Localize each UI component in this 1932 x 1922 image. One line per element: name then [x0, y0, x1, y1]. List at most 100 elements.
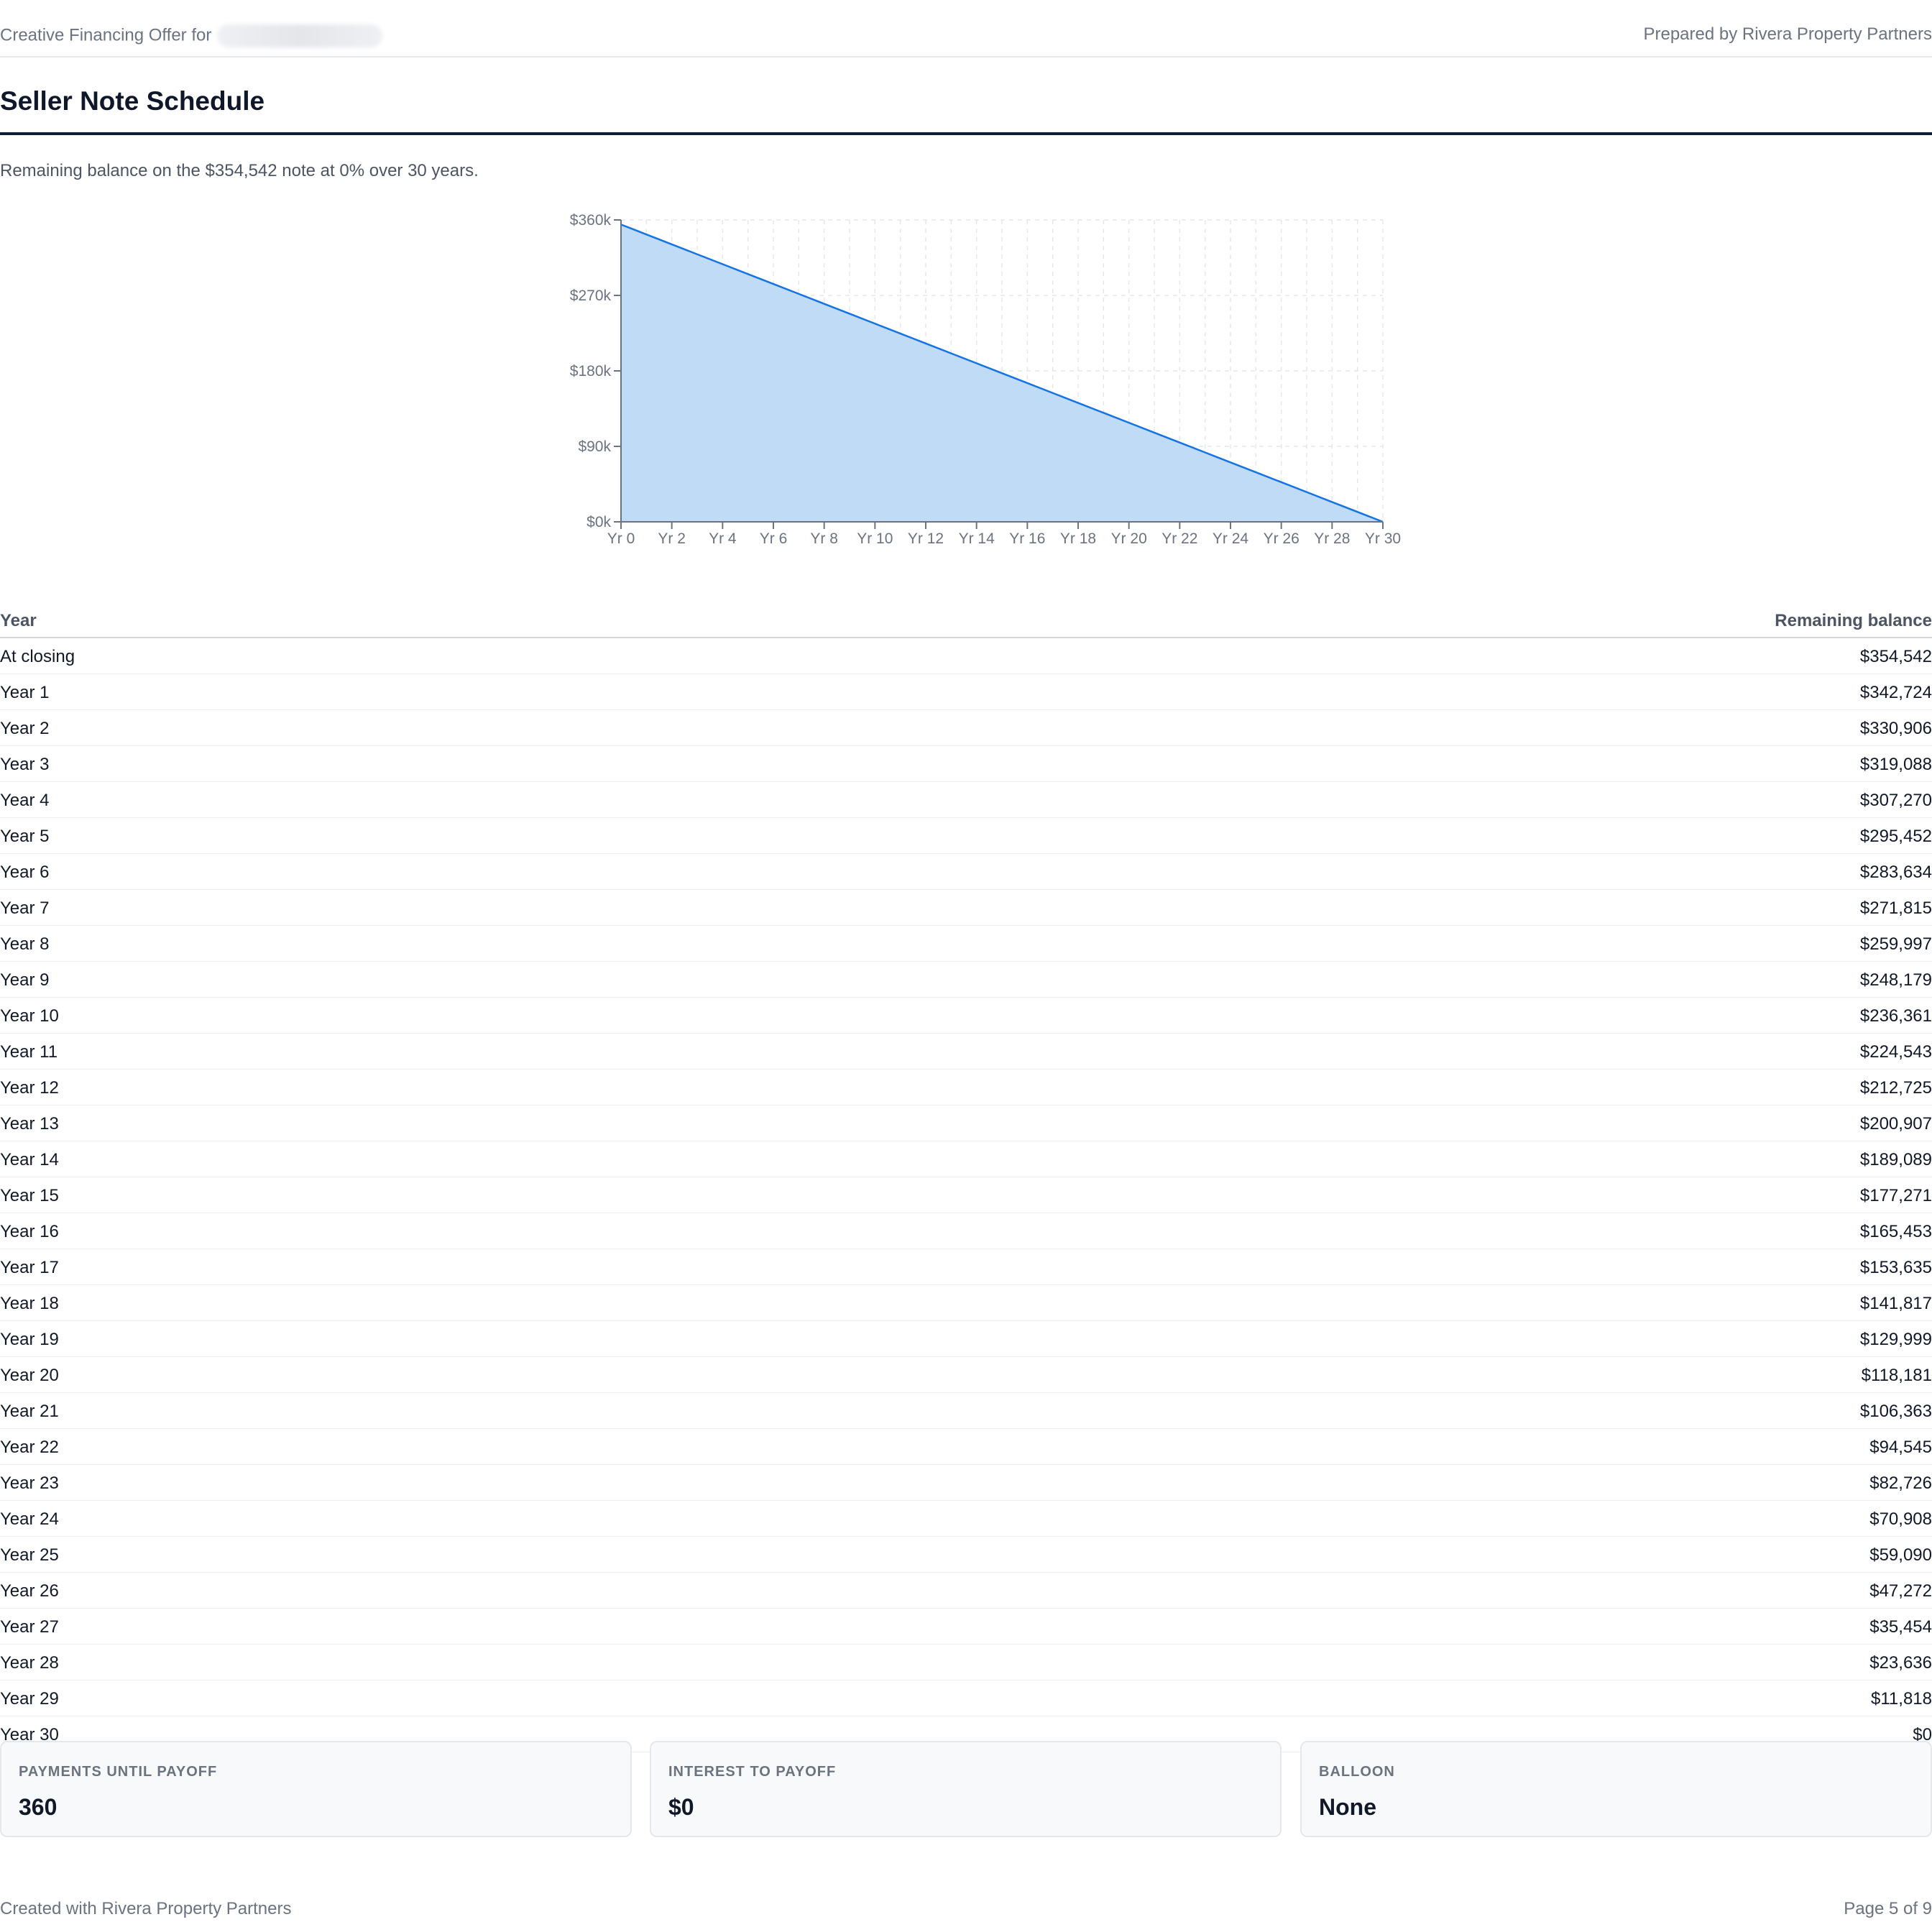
y-tick-label: $270k — [570, 288, 612, 304]
row-year: Year 26 — [0, 1581, 59, 1601]
table-row: Year 4 $307,270 — [0, 782, 1932, 818]
row-balance: $23,636 — [1869, 1653, 1932, 1673]
row-balance: $47,272 — [1869, 1581, 1932, 1601]
y-tick-label: $180k — [570, 363, 612, 380]
chart-description: Remaining balance on the $354,542 note a… — [0, 161, 479, 180]
table-header: Year Remaining balance — [0, 601, 1932, 638]
table-row: Year 2 $330,906 — [0, 710, 1932, 746]
table-row: Year 22 $94,545 — [0, 1429, 1932, 1465]
interest-card: INTEREST TO PAYOFF $0 — [650, 1741, 1282, 1837]
x-tick-label: Yr 8 — [810, 530, 838, 547]
row-balance: $165,453 — [1859, 1222, 1932, 1241]
row-year: Year 22 — [0, 1438, 59, 1457]
table-row: Year 5 $295,452 — [0, 818, 1932, 854]
row-balance: $11,818 — [1871, 1689, 1932, 1709]
x-tick-label: Yr 28 — [1314, 530, 1350, 547]
row-year: Year 19 — [0, 1330, 59, 1349]
table-row: Year 28 $23,636 — [0, 1645, 1932, 1680]
table-row: Year 1 $342,724 — [0, 674, 1932, 710]
balance-table-body: At closing $354,542 Year 1 $342,724 Year 2 $3… — [0, 638, 1932, 1752]
table-row: Year 21 $106,363 — [0, 1393, 1932, 1429]
x-tick-label: Yr 0 — [607, 530, 635, 547]
row-balance: $307,270 — [1859, 791, 1932, 810]
row-year: Year 6 — [0, 863, 50, 882]
table-row: Year 12 $212,725 — [0, 1070, 1932, 1105]
row-balance: $177,271 — [1859, 1186, 1932, 1205]
page-title: Seller Note Schedule — [0, 86, 265, 116]
row-year: Year 5 — [0, 827, 50, 846]
x-tick-label: Yr 22 — [1162, 530, 1197, 547]
prepared-by: Prepared by Rivera Property Partners — [1643, 24, 1932, 44]
row-year: Year 11 — [0, 1042, 58, 1062]
row-year: Year 4 — [0, 791, 50, 810]
payments-card: PAYMENTS UNTIL PAYOFF 360 — [0, 1741, 632, 1837]
x-tick-label: Yr 20 — [1111, 530, 1147, 547]
balloon-card: BALLOON None — [1300, 1741, 1932, 1837]
table-row: Year 11 $224,543 — [0, 1034, 1932, 1070]
row-year: Year 9 — [0, 970, 50, 990]
row-balance: $59,090 — [1869, 1545, 1932, 1565]
row-year: Year 7 — [0, 898, 50, 918]
balloon-label: BALLOON — [1319, 1764, 1395, 1780]
row-year: Year 29 — [0, 1689, 59, 1709]
x-tick-label: Yr 14 — [959, 530, 995, 547]
row-year: Year 24 — [0, 1509, 59, 1529]
offer-title: Creative Financing Offer for — [0, 24, 383, 47]
table-row: At closing $354,542 — [0, 638, 1932, 674]
row-balance: $212,725 — [1859, 1078, 1932, 1098]
created-with: Created with Rivera Property Partners — [0, 1899, 292, 1918]
y-tick-label: $360k — [570, 212, 612, 229]
table-row: Year 25 $59,090 — [0, 1537, 1932, 1573]
offer-prefix: Creative Financing Offer for — [0, 25, 212, 45]
table-row: Year 26 $47,272 — [0, 1573, 1932, 1609]
row-year: At closing — [0, 647, 75, 666]
row-year: Year 14 — [0, 1150, 59, 1169]
x-tick-label: Yr 24 — [1213, 530, 1249, 547]
row-balance: $129,999 — [1859, 1330, 1932, 1349]
row-year: Year 2 — [0, 719, 50, 738]
table-row: Year 10 $236,361 — [0, 998, 1932, 1034]
x-tick-label: Yr 2 — [658, 530, 686, 547]
row-balance: $106,363 — [1859, 1402, 1932, 1421]
table-row: Year 14 $189,089 — [0, 1141, 1932, 1177]
interest-value: $0 — [668, 1794, 694, 1820]
summary-cards: PAYMENTS UNTIL PAYOFF 360 INTEREST TO PA… — [0, 1741, 1932, 1837]
x-tick-label: Yr 16 — [1009, 530, 1045, 547]
row-balance: $319,088 — [1859, 755, 1932, 774]
table-row: Year 18 $141,817 — [0, 1285, 1932, 1321]
row-year: Year 10 — [0, 1006, 59, 1026]
row-balance: $248,179 — [1859, 970, 1932, 990]
row-balance: $271,815 — [1859, 898, 1932, 918]
row-year: Year 28 — [0, 1653, 59, 1673]
row-year: Year 21 — [0, 1402, 59, 1421]
row-balance: $295,452 — [1859, 827, 1932, 846]
table-row: Year 6 $283,634 — [0, 854, 1932, 890]
redacted-address — [217, 24, 383, 47]
table-row: Year 9 $248,179 — [0, 962, 1932, 998]
table-row: Year 24 $70,908 — [0, 1501, 1932, 1537]
row-year: Year 1 — [0, 683, 50, 702]
row-balance: $330,906 — [1859, 719, 1932, 738]
table-row: Year 16 $165,453 — [0, 1213, 1932, 1249]
row-year: Year 15 — [0, 1186, 59, 1205]
row-balance: $141,817 — [1859, 1294, 1932, 1313]
row-year: Year 13 — [0, 1114, 59, 1134]
payments-label: PAYMENTS UNTIL PAYOFF — [19, 1764, 218, 1780]
table-row: Year 27 $35,454 — [0, 1609, 1932, 1645]
page-header: Creative Financing Offer for Prepared by… — [0, 0, 1932, 58]
row-balance: $224,543 — [1859, 1042, 1932, 1062]
y-tick-label: $0k — [586, 514, 611, 530]
balloon-value: None — [1319, 1794, 1376, 1820]
table-row: Year 13 $200,907 — [0, 1105, 1932, 1141]
row-balance: $236,361 — [1859, 1006, 1932, 1026]
row-balance: $82,726 — [1869, 1473, 1932, 1493]
y-tick-label: $90k — [578, 438, 611, 455]
row-balance: $118,181 — [1861, 1366, 1932, 1385]
interest-label: INTEREST TO PAYOFF — [668, 1764, 837, 1780]
column-header-balance: Remaining balance — [1775, 611, 1932, 630]
row-balance: $70,908 — [1869, 1509, 1932, 1529]
row-balance: $94,545 — [1869, 1438, 1932, 1457]
balance-area-chart: $0k $90k $180k $270k $360k Yr 0 Yr 2 Yr 4 Yr 6 Yr… — [570, 212, 1401, 547]
x-tick-label: Yr 6 — [760, 530, 788, 547]
row-balance: $283,634 — [1859, 863, 1932, 882]
